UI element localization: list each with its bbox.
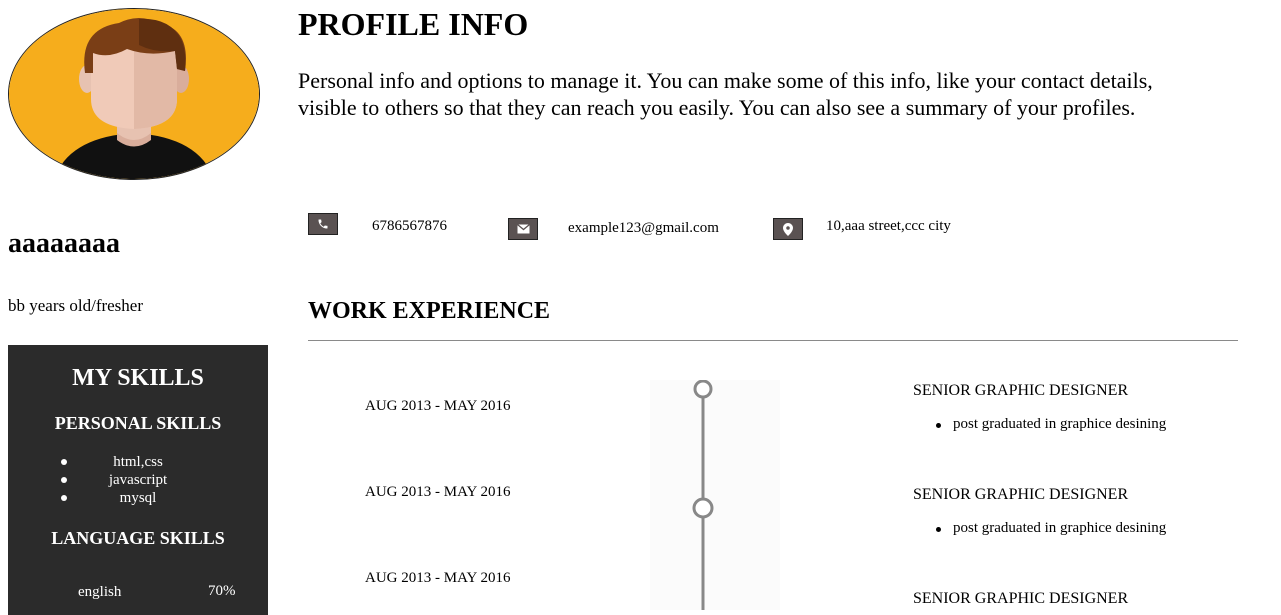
contact-email[interactable]: example123@gmail.com [568,220,719,237]
skill-item: javascript [8,471,268,489]
envelope-icon [508,218,538,240]
bullet-icon [61,459,67,465]
experience-date: AUG 2013 - MAY 2016 [365,484,511,500]
experience-detail: post graduated in graphice desining [953,416,1167,432]
bullet-icon [61,477,67,483]
avatar-illustration [9,9,259,179]
phone-icon [308,213,338,235]
experience-date: AUG 2013 - MAY 2016 [365,398,511,414]
personal-skills-title: PERSONAL SKILLS [54,413,222,433]
profile-name: aaaaaaaa [8,228,120,259]
timeline-graphic [650,379,780,610]
skills-panel: MY SKILLS PERSONAL SKILLS html,css javas… [8,345,268,615]
experience-role: SENIOR GRAPHIC DESIGNER [913,590,1129,607]
experience-date: AUG 2013 - MAY 2016 [365,570,511,586]
personal-skills-list: html,css javascript mysql [8,453,268,507]
profile-avatar [8,8,260,180]
experience-role: SENIOR GRAPHIC DESIGNER [913,382,1129,399]
language-skills-title: LANGUAGE SKILLS [51,528,225,548]
language-level: 70% [208,583,236,599]
skill-item: html,css [8,453,268,471]
skill-item: mysql [8,489,268,507]
language-name: english [78,584,122,600]
skills-title: MY SKILLS [72,365,204,391]
contact-phone[interactable]: 6786567876 [372,218,447,235]
timeline-node-icon [692,497,714,519]
bullet-icon [936,527,941,532]
bullet-icon [61,495,67,501]
timeline-node-icon [693,379,713,399]
profile-age: bb years old/fresher [8,296,144,315]
experience-role: SENIOR GRAPHIC DESIGNER [913,486,1129,503]
bullet-icon [936,423,941,428]
page-description: Personal info and options to manage it. … [298,68,1153,120]
experience-detail: post graduated in graphice desining [953,520,1167,536]
page-title: PROFILE INFO [298,6,529,42]
work-experience-title: WORK EXPERIENCE [308,298,551,324]
section-divider [308,340,1238,341]
map-pin-icon [773,218,803,240]
contact-address[interactable]: 10,aaa street,ccc city [826,218,951,235]
